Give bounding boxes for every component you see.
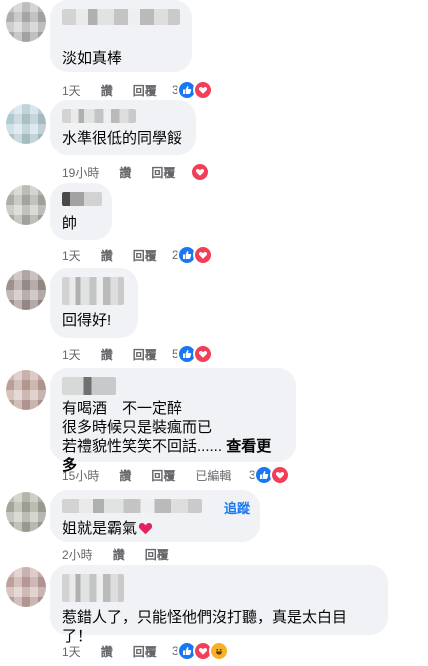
edited-label[interactable]: 已編輯 xyxy=(195,467,231,484)
reaction-summary[interactable]: 2 xyxy=(172,245,213,265)
comment-text: 回得好! xyxy=(62,312,112,329)
like-button[interactable]: 讚 xyxy=(101,346,113,363)
comment-body: 姐就是霸氣 xyxy=(62,520,138,537)
haha-reaction-icon xyxy=(208,641,229,661)
heart-emoji-icon xyxy=(138,521,153,540)
comment-actions: 1天 讚 回覆 xyxy=(62,246,177,264)
reply-button[interactable]: 回覆 xyxy=(133,247,157,264)
like-button[interactable]: 讚 xyxy=(119,164,131,181)
like-button[interactable]: 讚 xyxy=(101,643,113,660)
timestamp[interactable]: 1天 xyxy=(62,643,81,660)
comment-bubble: 回得好! xyxy=(50,268,138,338)
comment-actions: 1天 讚 回覆 xyxy=(62,81,177,99)
reply-button[interactable]: 回覆 xyxy=(133,346,157,363)
reply-button[interactable]: 回覆 xyxy=(151,467,175,484)
timestamp[interactable]: 1天 xyxy=(62,346,81,363)
reaction-summary[interactable]: 3 xyxy=(172,80,213,100)
like-button[interactable]: 讚 xyxy=(113,546,125,563)
commenter-name[interactable] xyxy=(62,192,102,206)
commenter-name[interactable] xyxy=(62,277,124,305)
reaction-summary[interactable]: 3 xyxy=(172,641,229,661)
like-button[interactable]: 讚 xyxy=(119,467,131,484)
avatar[interactable] xyxy=(6,492,46,532)
commenter-name[interactable] xyxy=(62,377,116,395)
follow-button[interactable]: 追蹤 xyxy=(224,498,250,517)
reply-button[interactable]: 回覆 xyxy=(151,164,175,181)
comment-bubble: 淡如真棒 xyxy=(50,0,192,72)
commenter-name[interactable] xyxy=(62,109,136,123)
timestamp[interactable]: 15小時 xyxy=(62,467,99,484)
reaction-summary[interactable] xyxy=(190,162,210,182)
avatar[interactable] xyxy=(6,370,46,410)
comment-text: 淡如真棒 xyxy=(62,50,123,67)
comment-text: 姐就是霸氣 xyxy=(62,519,248,540)
reply-button[interactable]: 回覆 xyxy=(133,643,157,660)
comment-bubble: 追蹤 姐就是霸氣 xyxy=(50,490,260,542)
comment-actions: 2小時 讚 回覆 xyxy=(62,545,189,563)
love-reaction-icon xyxy=(192,344,213,364)
avatar[interactable] xyxy=(6,567,46,607)
comment-bubble: 帥 xyxy=(50,183,112,240)
commenter-name[interactable] xyxy=(62,574,124,602)
comment-actions: 1天 讚 回覆 xyxy=(62,642,177,660)
comment-body: 有喝酒 不一定醉 很多時候只是裝瘋而已 若禮貌性笑笑不回話...... xyxy=(62,400,223,455)
timestamp[interactable]: 19小時 xyxy=(62,164,99,181)
comment-text: 水準很低的同學餒 xyxy=(62,130,183,147)
like-button[interactable]: 讚 xyxy=(101,82,113,99)
avatar[interactable] xyxy=(6,270,46,310)
timestamp[interactable]: 1天 xyxy=(62,247,81,264)
love-reaction-icon xyxy=(192,80,213,100)
reply-button[interactable]: 回覆 xyxy=(133,82,157,99)
commenter-name[interactable] xyxy=(62,499,202,513)
like-button[interactable]: 讚 xyxy=(101,247,113,264)
comment-actions: 19小時 讚 回覆 xyxy=(62,163,195,181)
comment-bubble: 惹錯人了，只能怪他們沒打聽，真是太白目了！ xyxy=(50,565,388,645)
reaction-summary[interactable]: 3 xyxy=(249,465,290,485)
comment-text: 有喝酒 不一定醉 很多時候只是裝瘋而已 若禮貌性笑笑不回話...... 查看更多 xyxy=(62,399,284,475)
love-reaction-icon xyxy=(269,465,290,485)
love-reaction-icon xyxy=(192,245,213,265)
comment-actions: 1天 讚 回覆 xyxy=(62,345,177,363)
comment-actions: 15小時 讚 回覆 已編輯 xyxy=(62,466,251,484)
reaction-summary[interactable]: 5 xyxy=(172,344,213,364)
reply-button[interactable]: 回覆 xyxy=(145,546,169,563)
timestamp[interactable]: 1天 xyxy=(62,82,81,99)
comment-text: 帥 xyxy=(62,215,78,232)
avatar[interactable] xyxy=(6,185,46,225)
avatar[interactable] xyxy=(6,104,46,144)
love-reaction-icon xyxy=(190,162,210,182)
commenter-name[interactable] xyxy=(62,9,180,25)
avatar[interactable] xyxy=(6,2,46,42)
comment-bubble: 水準很低的同學餒 xyxy=(50,100,196,155)
timestamp[interactable]: 2小時 xyxy=(62,546,93,563)
comment-bubble: 有喝酒 不一定醉 很多時候只是裝瘋而已 若禮貌性笑笑不回話...... 查看更多 xyxy=(50,368,296,474)
